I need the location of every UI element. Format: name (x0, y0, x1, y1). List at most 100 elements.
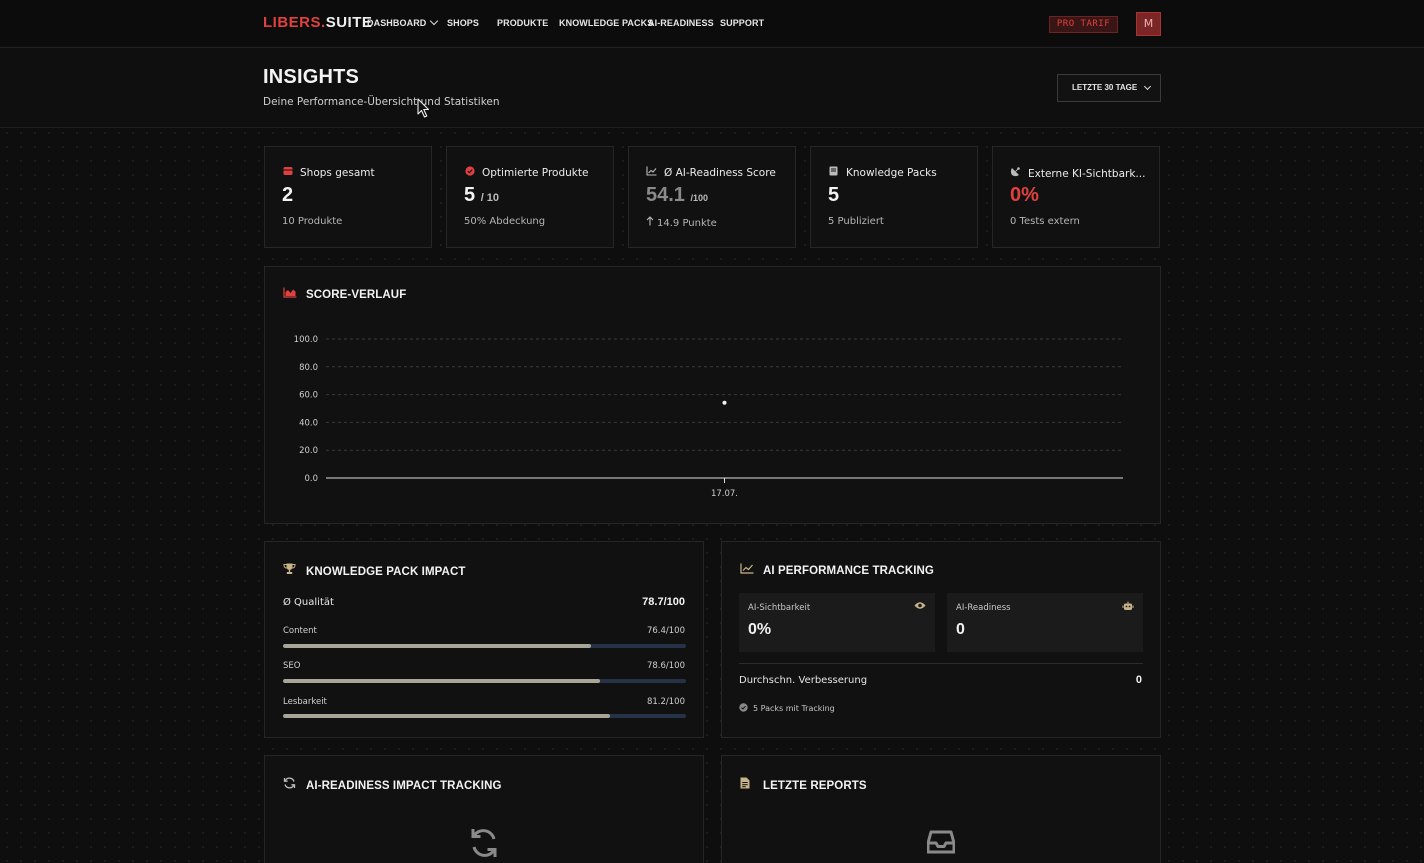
nav-produkte[interactable]: PRODUKTE (497, 18, 548, 28)
avatar[interactable]: M (1136, 12, 1161, 36)
nav-dashboard[interactable]: DASHBOARD (367, 16, 439, 28)
eye-icon (914, 601, 926, 613)
latest-reports-card: LETZTE REPORTS (721, 755, 1161, 863)
progress-bar-seo (283, 679, 686, 683)
top-navigation: LIBERS.SUITE DASHBOARD SHOPS PRODUKTE KN… (0, 0, 1424, 48)
y-tick-label: 40.0 (299, 418, 318, 428)
stat-label-text: Knowledge Packs (846, 167, 937, 179)
ai-visibility-value: 0% (748, 621, 772, 638)
page-subtitle: Deine Performance-Übersicht und Statisti… (263, 96, 500, 108)
nav-knowledge-packs[interactable]: KNOWLEDGE PACKS (559, 18, 653, 28)
line-chart-icon (740, 563, 754, 577)
reports-title: LETZTE REPORTS (763, 780, 867, 792)
progress-fill-seo (283, 679, 600, 683)
bar-value-seo: 78.6/100 (646, 661, 685, 671)
improvement-label: Durchschn. Verbesserung (739, 675, 868, 686)
y-tick-label: 20.0 (299, 446, 318, 456)
y-tick-label: 60.0 (299, 391, 318, 401)
quality-label: Ø Qualität (283, 597, 334, 608)
stat-value-suffix: / 10 (480, 192, 500, 204)
stat-value: 5 (828, 184, 839, 207)
stat-label-text: Shops gesamt (300, 167, 375, 179)
stat-label: Optimierte Produkte (464, 166, 588, 179)
page-title: INSIGHTS (263, 66, 360, 88)
ai-visibility-label: AI-Sichtbarkeit (748, 603, 811, 613)
y-tick-label: 100.0 (294, 335, 318, 345)
check-circle-icon (464, 166, 475, 179)
stat-value-suffix: /100 (690, 193, 709, 203)
ai-tracking-title: AI PERFORMANCE TRACKING (763, 565, 934, 577)
ai-readiness-value: 0 (956, 621, 965, 638)
logo[interactable]: LIBERS.SUITE (263, 14, 372, 31)
stat-label-text: Optimierte Produkte (482, 167, 589, 179)
progress-fill-lesbarkeit (283, 714, 611, 718)
stat-value-number: 2 (282, 184, 294, 206)
improvement-value: 0 (1135, 674, 1142, 686)
section-title: AI PERFORMANCE TRACKING (740, 563, 934, 577)
bar-value-content: 76.4/100 (646, 626, 685, 636)
kp-impact-title: KNOWLEDGE PACK IMPACT (306, 566, 466, 578)
inbox-icon (926, 830, 956, 858)
divider (739, 663, 1143, 664)
stat-label-text: Externe KI-Sichtbark... (1028, 168, 1146, 180)
stat-value: 2 (282, 184, 293, 207)
stat-sub: 0 Tests extern (1010, 216, 1080, 227)
stat-sub: 50% Abdeckung (464, 216, 546, 227)
y-tick-label: 80.0 (299, 363, 318, 373)
stat-value: 0% (1010, 184, 1039, 207)
stat-value-number: 54.1 (646, 184, 685, 206)
stat-label-text: Ø AI-Readiness Score (664, 167, 776, 179)
stat-label: Knowledge Packs (828, 166, 937, 179)
bar-label-seo: SEO (283, 661, 301, 671)
book-icon (828, 166, 839, 179)
mouse-cursor-icon (417, 98, 431, 122)
score-chart: 100.0 80.0 60.0 40.0 20.0 0.0 17.07. (294, 335, 1123, 499)
store-icon (282, 166, 293, 179)
nav-shops[interactable]: SHOPS (447, 18, 479, 28)
stat-sub: 10 Produkte (282, 216, 343, 227)
y-tick-label: 0.0 (304, 474, 318, 484)
progress-bar-content (283, 644, 686, 648)
quality-value: 78.7/100 (642, 596, 685, 608)
stat-sub: 5 Publiziert (828, 216, 884, 227)
nav-ai-readiness[interactable]: AI-READINESS (648, 18, 714, 28)
nav-dashboard-label: DASHBOARD (367, 18, 427, 28)
nav-support[interactable]: SUPPORT (720, 18, 764, 28)
stat-value-number: 0% (1010, 184, 1039, 206)
stat-card-optimized-products: Optimierte Produkte 5 / 10 50% Abdeckung (446, 146, 614, 248)
stat-label: Ø AI-Readiness Score (646, 166, 776, 179)
stat-label: Externe KI-Sichtbark... (1010, 166, 1145, 180)
ai-readiness-tile: AI-Readiness 0 (947, 593, 1143, 652)
section-title: AI-READINESS IMPACT TRACKING (283, 777, 502, 792)
stat-card-knowledge-packs: Knowledge Packs 5 5 Publiziert (810, 146, 978, 248)
period-select[interactable]: LETZTE 30 TAGE (1057, 74, 1161, 102)
stat-value-number: 5 (464, 184, 476, 206)
stat-value: 5 / 10 (464, 184, 499, 207)
stat-card-external-visibility: Externe KI-Sichtbark... 0% 0 Tests exter… (992, 146, 1160, 248)
stat-sub-text: 14.9 Punkte (657, 218, 717, 229)
chevron-down-icon (1143, 82, 1152, 91)
ai-readiness-label: AI-Readiness (956, 603, 1011, 613)
trophy-icon (283, 563, 297, 578)
bar-label-lesbarkeit: Lesbarkeit (283, 697, 327, 707)
stat-label: Shops gesamt (282, 166, 375, 179)
stat-value: 54.1 /100 (646, 184, 708, 207)
sync-icon (470, 828, 498, 862)
stat-sub: 14.9 Punkte (646, 216, 717, 229)
arrow-up-icon (646, 216, 654, 229)
progress-bar-lesbarkeit (283, 714, 686, 718)
data-point (722, 400, 727, 405)
stat-card-ai-readiness: Ø AI-Readiness Score 54.1 /100 14.9 Punk… (628, 146, 796, 248)
stat-card-shops: Shops gesamt 2 10 Produkte (264, 146, 432, 248)
ai-readiness-impact-card: AI-READINESS IMPACT TRACKING (264, 755, 704, 863)
score-chart-card: SCORE-VERLAUF 100.0 80.0 60.0 40.0 20.0 0.0 17… (264, 266, 1161, 524)
knowledge-pack-impact-card: KNOWLEDGE PACK IMPACT Ø Qualität 78.7/10… (264, 541, 704, 738)
packs-tracking-text: 5 Packs mit Tracking (753, 704, 835, 713)
section-title: LETZTE REPORTS (740, 777, 867, 792)
bar-value-lesbarkeit: 81.2/100 (646, 697, 685, 707)
period-select-value: LETZTE 30 TAGE (1072, 83, 1138, 92)
plan-badge[interactable]: PRO TARIF (1049, 16, 1118, 33)
check-circle-icon (739, 703, 748, 714)
ai-visibility-tile: AI-Sichtbarkeit 0% (739, 593, 935, 652)
robot-icon (1122, 601, 1134, 614)
